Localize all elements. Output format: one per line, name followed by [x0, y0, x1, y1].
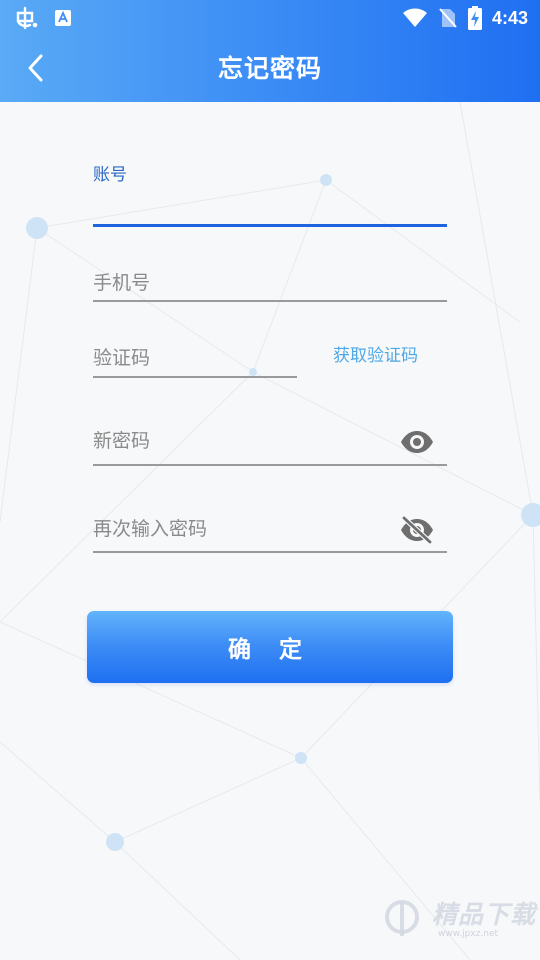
phone-field: [93, 264, 447, 304]
new-password-field: [93, 422, 447, 468]
back-button[interactable]: [14, 46, 58, 90]
account-input[interactable]: [93, 192, 447, 222]
code-input[interactable]: [93, 343, 297, 373]
phone-underline: [93, 300, 447, 302]
status-bar: 4:43: [0, 0, 540, 36]
forgot-password-screen: 4:43 忘记密码 账号 获取验证码: [0, 0, 540, 960]
header-bar: 4:43 忘记密码: [0, 0, 540, 102]
new-password-underline: [93, 464, 447, 466]
phone-input[interactable]: [93, 268, 447, 298]
toggle-confirm-password-button[interactable]: [399, 515, 435, 545]
eye-icon: [401, 431, 433, 453]
watermark-subtext: www.jpxz.net: [438, 929, 499, 939]
code-field: [93, 341, 297, 381]
confirm-password-field: [93, 510, 447, 556]
app-icon: [16, 6, 38, 30]
page-title: 忘记密码: [217, 54, 322, 83]
watermark-text: 精品下载: [432, 900, 537, 929]
confirm-password-underline: [93, 551, 447, 553]
account-field: 账号: [93, 160, 447, 230]
no-sim-icon: [439, 8, 457, 28]
confirm-button[interactable]: 确 定: [87, 611, 453, 683]
account-underline: [93, 224, 447, 227]
account-label: 账号: [93, 165, 127, 185]
battery-charging-icon: [467, 6, 482, 30]
new-password-input[interactable]: [93, 426, 393, 456]
translate-icon: [55, 10, 71, 26]
toggle-new-password-button[interactable]: [399, 427, 435, 457]
eye-off-icon: [401, 516, 433, 544]
wifi-icon: [402, 8, 427, 27]
code-underline: [93, 376, 297, 378]
get-code-button[interactable]: 获取验证码: [333, 341, 418, 366]
nav-bar: 忘记密码: [0, 36, 540, 102]
status-time: 4:43: [491, 7, 528, 28]
chevron-left-icon: [28, 54, 43, 82]
confirm-password-input[interactable]: [93, 514, 393, 544]
